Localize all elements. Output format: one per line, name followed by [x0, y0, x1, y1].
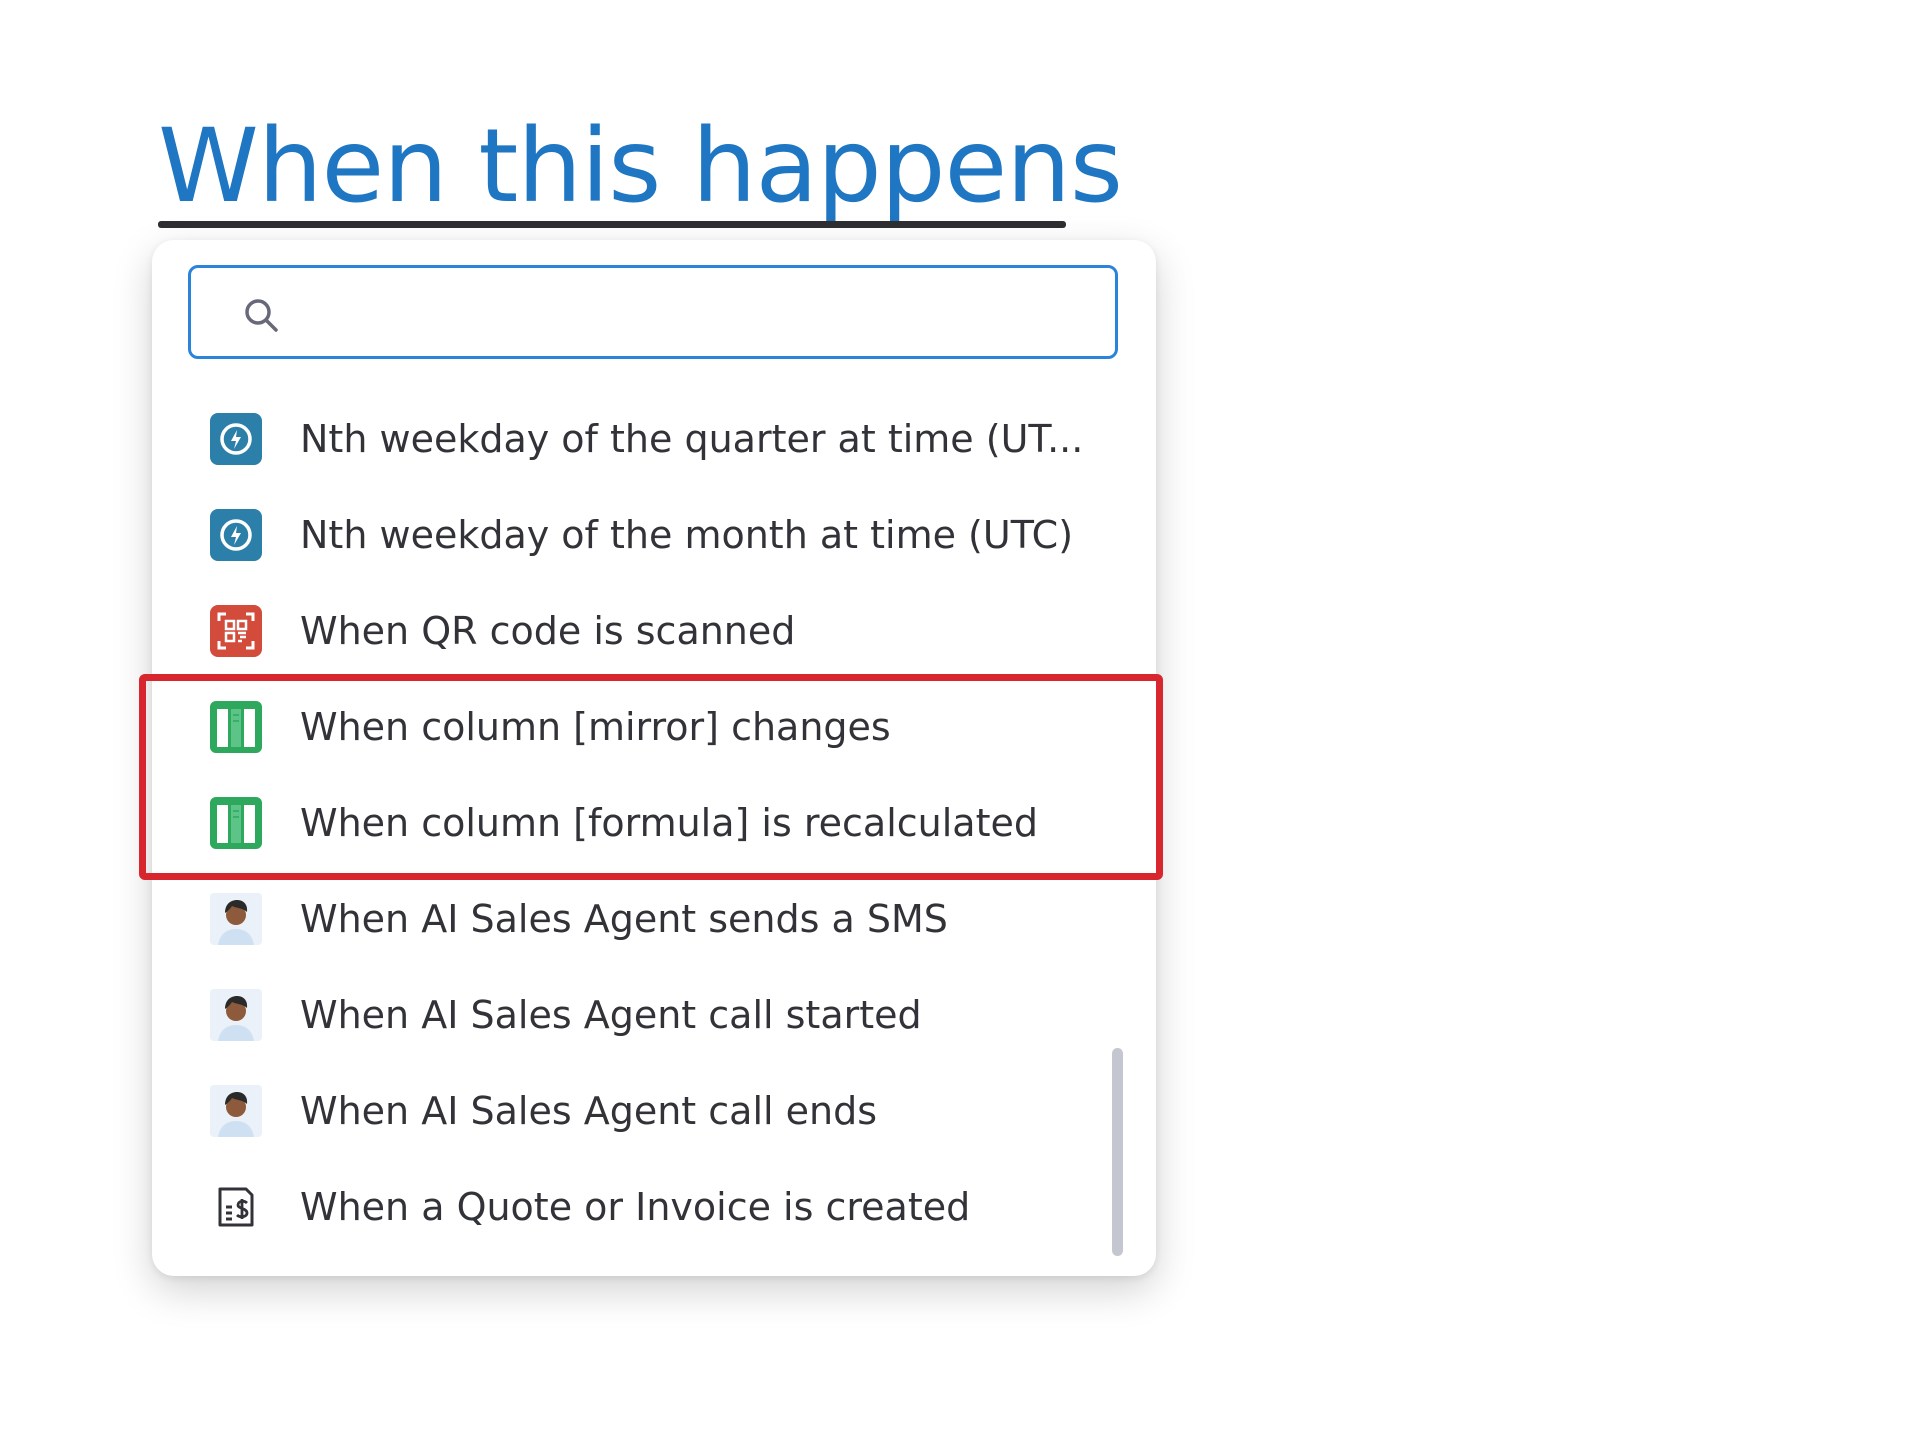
clock-icon [210, 509, 262, 561]
invoice-icon [218, 1187, 254, 1227]
trigger-item-qr-scanned[interactable]: When QR code is scanned [152, 586, 1112, 676]
trigger-label: When QR code is scanned [300, 609, 796, 653]
trigger-item-quarter-weekday[interactable]: Nth weekday of the quarter at time (UT..… [152, 394, 1112, 484]
qr-code-icon [210, 605, 262, 657]
scrollbar-thumb[interactable] [1112, 1048, 1123, 1256]
trigger-label: Nth weekday of the month at time (UTC) [300, 513, 1074, 557]
trigger-item-quote-invoice-created[interactable]: When a Quote or Invoice is created [152, 1162, 1112, 1252]
trigger-item-ai-agent-sms[interactable]: When AI Sales Agent sends a SMS [152, 874, 1112, 964]
trigger-label: When column [formula] is recalculated [300, 801, 1038, 845]
trigger-label: When AI Sales Agent call started [300, 993, 922, 1037]
page-title[interactable]: When this happens [158, 108, 1123, 226]
column-icon [210, 701, 262, 753]
search-input[interactable] [301, 282, 1085, 344]
title-underline [158, 221, 1066, 228]
trigger-item-ai-agent-call-ends[interactable]: When AI Sales Agent call ends [152, 1066, 1112, 1156]
search-icon [245, 299, 278, 332]
agent-avatar-icon [210, 989, 262, 1041]
trigger-label: When a Quote or Invoice is created [300, 1185, 971, 1229]
trigger-label: When AI Sales Agent call ends [300, 1089, 878, 1133]
trigger-dropdown: Nth weekday of the quarter at time (UT..… [152, 240, 1156, 1276]
trigger-label: Nth weekday of the quarter at time (UT..… [300, 417, 1084, 461]
agent-avatar-icon [210, 893, 262, 945]
trigger-label: When AI Sales Agent sends a SMS [300, 897, 948, 941]
column-icon [210, 797, 262, 849]
agent-avatar-icon [210, 1085, 262, 1137]
trigger-label: When column [mirror] changes [300, 705, 891, 749]
trigger-item-ai-agent-call-started[interactable]: When AI Sales Agent call started [152, 970, 1112, 1060]
trigger-item-month-weekday[interactable]: Nth weekday of the month at time (UTC) [152, 490, 1112, 580]
trigger-item-mirror-changes[interactable]: When column [mirror] changes [152, 682, 1112, 772]
search-box[interactable] [188, 265, 1118, 359]
trigger-item-formula-recalculated[interactable]: When column [formula] is recalculated [152, 778, 1112, 868]
clock-icon [210, 413, 262, 465]
